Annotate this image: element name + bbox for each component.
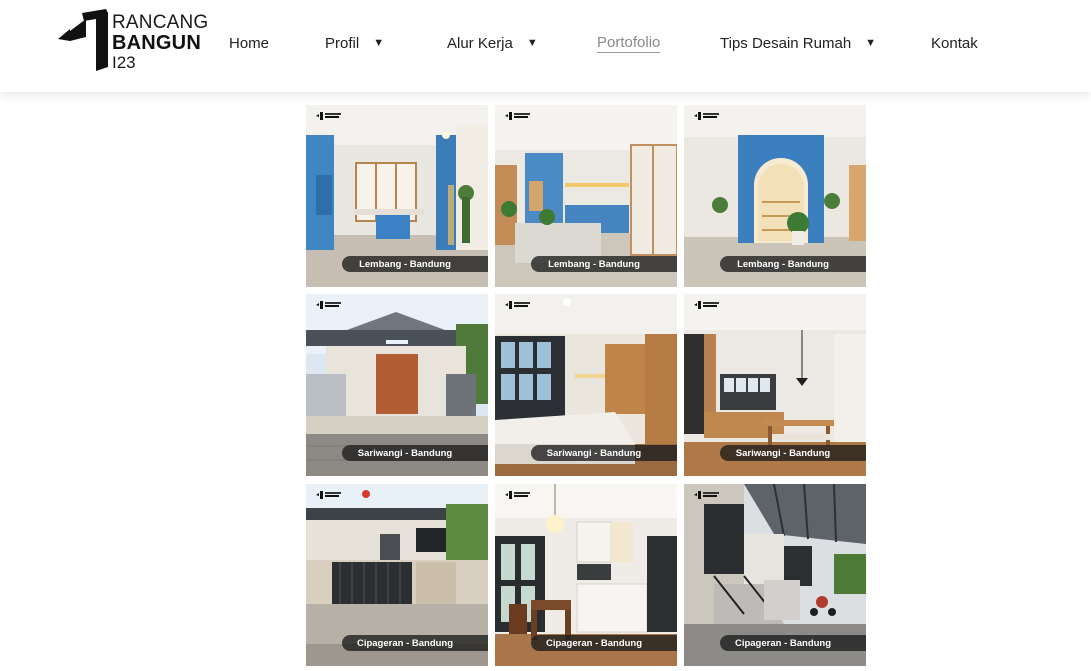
nav-label: Home [229, 34, 270, 52]
watermark-logo-icon [694, 112, 719, 120]
watermark-logo-icon [505, 112, 530, 120]
nav-item-kontak[interactable]: Kontak [931, 33, 978, 53]
tile-caption: Lembang - Bandung [342, 256, 488, 272]
portfolio-tile[interactable]: Sariwangi - Bandung [495, 294, 677, 476]
portfolio-tile[interactable]: Cipageran - Bandung [684, 484, 866, 666]
nav-label: Kontak [931, 34, 978, 52]
tile-caption: Lembang - Bandung [531, 256, 677, 272]
chevron-down-icon[interactable]: ▼ [527, 37, 538, 49]
main-nav: Home Profil ▼ Alur Kerja ▼ Portofolio Ti… [0, 0, 1091, 86]
nav-item-portofolio[interactable]: Portofolio [597, 33, 661, 53]
nav-item-home[interactable]: Home [229, 33, 269, 53]
portfolio-gallery: Lembang - Bandung Lembang - Bandung Lemb… [306, 105, 867, 671]
watermark-logo-icon [694, 301, 719, 309]
watermark-logo-icon [316, 491, 341, 499]
nav-label: Tips Desain Rumah [720, 34, 852, 52]
chevron-down-icon[interactable]: ▼ [373, 37, 384, 49]
portfolio-tile[interactable]: Lembang - Bandung [306, 105, 488, 287]
tile-caption: Cipageran - Bandung [342, 635, 488, 651]
watermark-logo-icon [694, 491, 719, 499]
nav-item-alur-kerja[interactable]: Alur Kerja ▼ [447, 33, 538, 53]
tile-caption: Lembang - Bandung [720, 256, 866, 272]
tile-caption: Cipageran - Bandung [720, 635, 866, 651]
tile-caption: Cipageran - Bandung [531, 635, 677, 651]
nav-item-profil[interactable]: Profil ▼ [325, 33, 384, 53]
watermark-logo-icon [505, 301, 530, 309]
portfolio-tile[interactable]: Sariwangi - Bandung [306, 294, 488, 476]
portfolio-tile[interactable]: Sariwangi - Bandung [684, 294, 866, 476]
watermark-logo-icon [505, 491, 530, 499]
chevron-down-icon[interactable]: ▼ [865, 37, 876, 49]
tile-caption: Sariwangi - Bandung [720, 445, 866, 461]
nav-label: Profil [325, 34, 360, 52]
tile-caption: Sariwangi - Bandung [342, 445, 488, 461]
watermark-logo-icon [316, 301, 341, 309]
portfolio-tile[interactable]: Lembang - Bandung [684, 105, 866, 287]
portfolio-tile[interactable]: Cipageran - Bandung [495, 484, 677, 666]
portfolio-tile[interactable]: Lembang - Bandung [495, 105, 677, 287]
site-header: RANCANG BANGUN I23 Home Profil ▼ Alur Ke… [0, 0, 1091, 92]
nav-label: Alur Kerja [447, 34, 513, 52]
nav-label: Portofolio [597, 33, 661, 53]
nav-item-tips-desain-rumah[interactable]: Tips Desain Rumah ▼ [720, 33, 876, 53]
portfolio-tile[interactable]: Cipageran - Bandung [306, 484, 488, 666]
watermark-logo-icon [316, 112, 341, 120]
tile-caption: Sariwangi - Bandung [531, 445, 677, 461]
